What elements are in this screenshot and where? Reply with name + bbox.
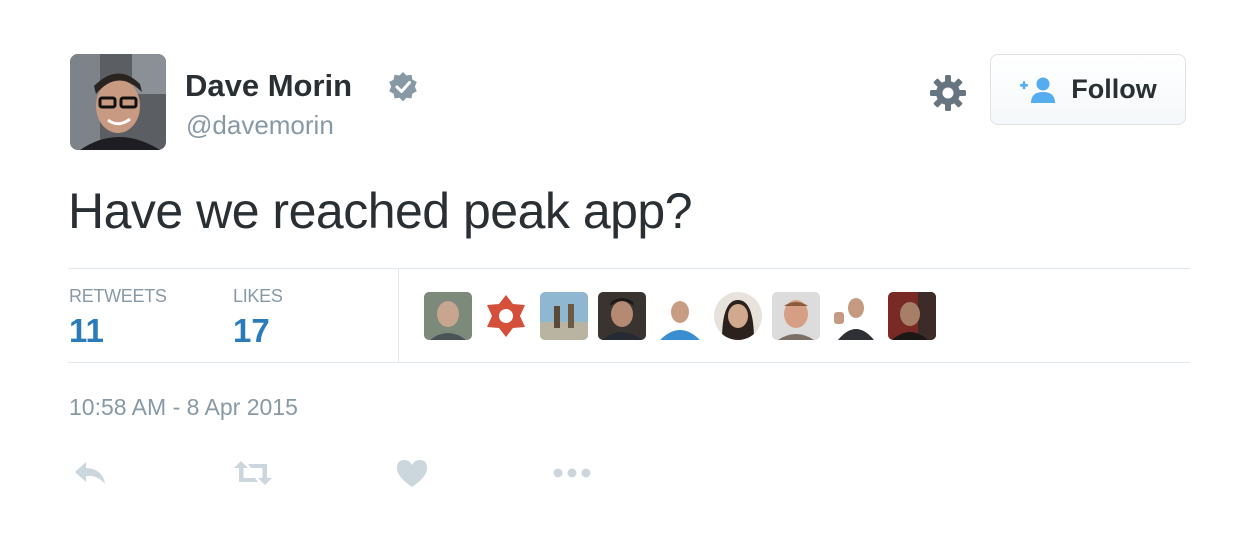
stats-top-divider bbox=[68, 268, 1190, 269]
liker-avatar[interactable] bbox=[598, 292, 646, 340]
liker-avatar[interactable] bbox=[424, 292, 472, 340]
liker-avatar[interactable] bbox=[830, 292, 878, 340]
author-avatar[interactable] bbox=[70, 54, 166, 150]
liker-avatar[interactable] bbox=[714, 292, 762, 340]
more-icon bbox=[553, 468, 591, 478]
like-button[interactable] bbox=[392, 456, 432, 490]
likes-count[interactable]: 17 bbox=[233, 312, 270, 350]
add-user-icon bbox=[1020, 77, 1056, 103]
liker-avatar[interactable] bbox=[656, 292, 704, 340]
reply-button[interactable] bbox=[70, 456, 110, 490]
stats-vertical-divider bbox=[398, 269, 399, 362]
verified-badge-icon bbox=[389, 72, 417, 102]
reply-icon bbox=[75, 462, 105, 484]
author-display-name[interactable]: Dave Morin bbox=[185, 68, 352, 104]
stats-bottom-divider bbox=[68, 362, 1190, 363]
retweet-button[interactable] bbox=[233, 456, 273, 490]
tweet-text: Have we reached peak app? bbox=[68, 183, 693, 239]
follow-button-label: Follow bbox=[1071, 74, 1157, 104]
tweet-timestamp[interactable]: 10:58 AM - 8 Apr 2015 bbox=[69, 394, 298, 421]
liker-avatars bbox=[424, 292, 936, 340]
follow-button[interactable]: Follow bbox=[990, 54, 1186, 125]
liker-avatar[interactable] bbox=[772, 292, 820, 340]
more-options-button[interactable] bbox=[552, 456, 592, 490]
liker-avatar[interactable] bbox=[482, 292, 530, 340]
gear-icon[interactable] bbox=[929, 74, 967, 112]
like-icon bbox=[397, 460, 427, 487]
author-screen-name[interactable]: @davemorin bbox=[186, 110, 334, 141]
likes-label[interactable]: LIKES bbox=[233, 286, 283, 307]
retweets-count[interactable]: 11 bbox=[69, 312, 104, 350]
retweets-label[interactable]: RETWEETS bbox=[69, 286, 167, 307]
retweet-icon bbox=[234, 461, 272, 485]
liker-avatar[interactable] bbox=[540, 292, 588, 340]
liker-avatar[interactable] bbox=[888, 292, 936, 340]
